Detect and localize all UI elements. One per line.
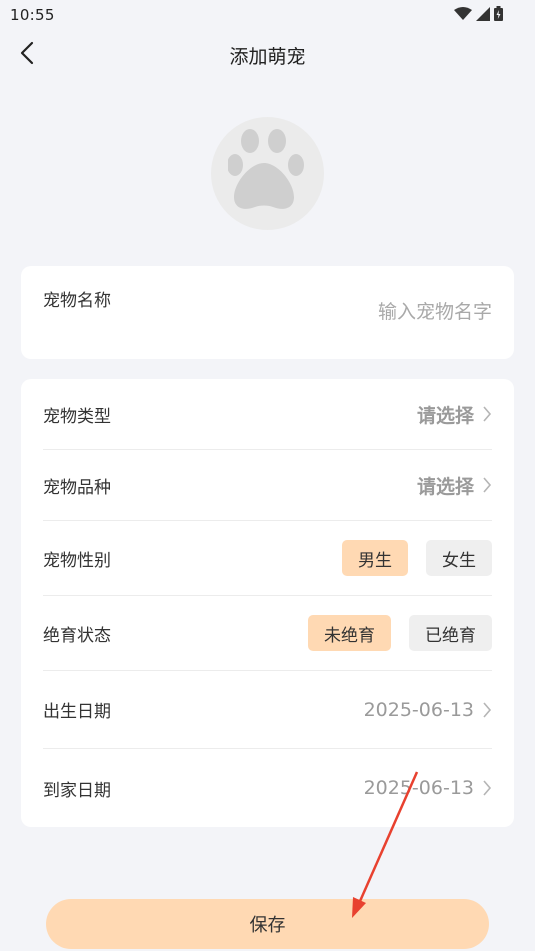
pet-name-input[interactable] bbox=[232, 296, 492, 328]
back-button[interactable] bbox=[12, 40, 42, 70]
cell-signal-icon bbox=[476, 6, 490, 25]
pet-breed-value: 请选择 bbox=[416, 475, 474, 498]
pet-type-row[interactable]: 宠物类型 请选择 bbox=[43, 379, 492, 450]
gender-female-button[interactable]: 女生 bbox=[426, 540, 492, 576]
status-time: 10:55 bbox=[10, 6, 55, 24]
pet-info-card: 宠物类型 请选择 宠物品种 请选择 宠物性别 男生 女生 绝育状态 未绝育 已绝… bbox=[21, 379, 514, 827]
chevron-right-icon bbox=[482, 701, 492, 719]
pet-type-value: 请选择 bbox=[416, 404, 474, 427]
wifi-icon bbox=[454, 6, 472, 25]
header: 添加萌宠 bbox=[0, 30, 535, 80]
pet-name-label: 宠物名称 bbox=[43, 291, 111, 311]
birth-date-row[interactable]: 出生日期 2025-06-13 bbox=[43, 671, 492, 749]
status-icons bbox=[454, 5, 503, 25]
birth-date-label: 出生日期 bbox=[43, 702, 111, 722]
arrival-date-row[interactable]: 到家日期 2025-06-13 bbox=[43, 749, 492, 827]
pet-type-label: 宠物类型 bbox=[43, 406, 111, 427]
pet-breed-label: 宠物品种 bbox=[43, 477, 111, 498]
save-button[interactable]: 保存 bbox=[46, 899, 489, 949]
neutered-button[interactable]: 已绝育 bbox=[409, 615, 492, 651]
birth-date-value: 2025-06-13 bbox=[363, 698, 474, 721]
arrival-date-value: 2025-06-13 bbox=[363, 777, 474, 799]
pet-gender-label: 宠物性别 bbox=[43, 550, 111, 571]
neuter-status-label: 绝育状态 bbox=[43, 625, 111, 646]
status-bar: 10:55 bbox=[0, 0, 535, 30]
neuter-options: 未绝育 已绝育 bbox=[308, 615, 492, 651]
page-title: 添加萌宠 bbox=[229, 45, 306, 68]
chevron-right-icon bbox=[482, 779, 492, 797]
pet-breed-row[interactable]: 宠物品种 请选择 bbox=[43, 450, 492, 521]
gender-male-button[interactable]: 男生 bbox=[342, 540, 408, 576]
neuter-status-row: 绝育状态 未绝育 已绝育 bbox=[43, 596, 492, 671]
paw-icon bbox=[226, 127, 308, 221]
not-neutered-button[interactable]: 未绝育 bbox=[308, 615, 391, 651]
chevron-right-icon bbox=[482, 405, 492, 423]
pet-name-card: 宠物名称 bbox=[21, 266, 514, 359]
arrival-date-label: 到家日期 bbox=[43, 780, 111, 801]
gender-options: 男生 女生 bbox=[342, 540, 492, 576]
battery-icon bbox=[494, 5, 503, 25]
chevron-right-icon bbox=[482, 476, 492, 494]
chevron-left-icon bbox=[20, 41, 34, 69]
pet-avatar-upload[interactable] bbox=[211, 117, 324, 230]
pet-gender-row: 宠物性别 男生 女生 bbox=[43, 521, 492, 596]
